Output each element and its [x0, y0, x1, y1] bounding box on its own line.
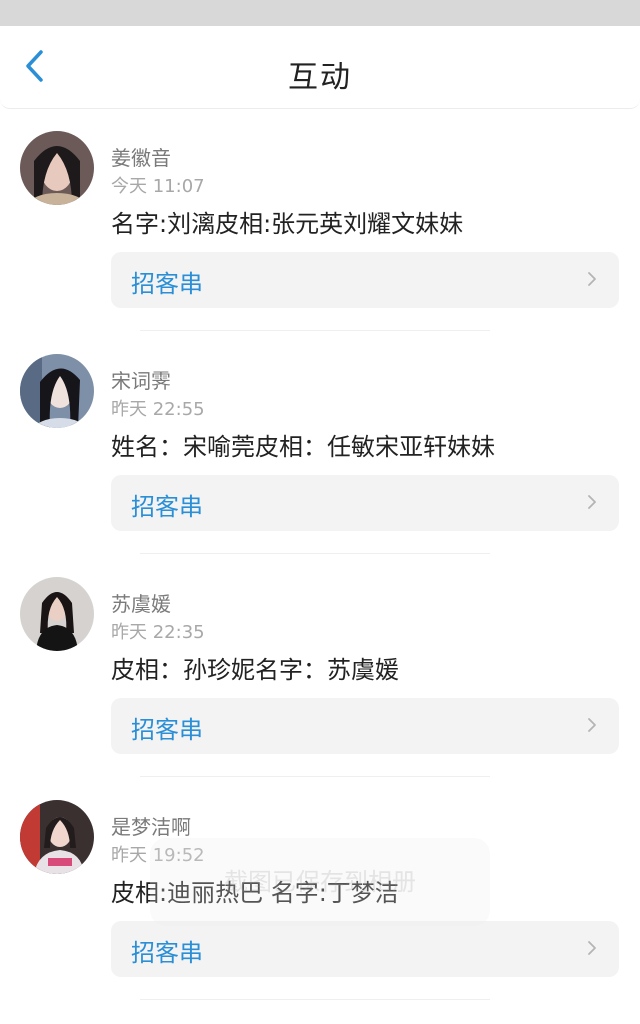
post-content: 皮相：孙珍妮名字：苏虞媛 — [111, 656, 399, 684]
list-item: 宋词霁 昨天 22:55 姓名：宋喻莞皮相：任敏宋亚轩妹妹 招客串 — [0, 331, 640, 554]
post-content: 姓名：宋喻莞皮相：任敏宋亚轩妹妹 — [111, 433, 495, 461]
recruit-card[interactable]: 招客串 — [111, 475, 619, 531]
status-bar — [0, 0, 640, 26]
username[interactable]: 宋词霁 — [111, 365, 171, 394]
avatar[interactable] — [20, 577, 94, 651]
card-label: 招客串 — [131, 270, 203, 298]
username[interactable]: 姜徽音 — [111, 142, 171, 171]
post-content: 名字:刘漓皮相:张元英刘耀文妹妹 — [111, 210, 464, 238]
list-item: 苏虞媛 昨天 22:35 皮相：孙珍妮名字：苏虞媛 招客串 — [0, 554, 640, 777]
chevron-right-icon — [587, 940, 597, 960]
post-time: 昨天 22:55 — [111, 399, 205, 420]
username[interactable]: 是梦洁啊 — [111, 811, 191, 840]
top-bar: 互动 — [0, 26, 640, 109]
chevron-right-icon — [587, 271, 597, 291]
avatar[interactable] — [20, 354, 94, 428]
recruit-card[interactable]: 招客串 — [111, 698, 619, 754]
card-label: 招客串 — [131, 716, 203, 744]
username[interactable]: 苏虞媛 — [111, 588, 171, 617]
card-label: 招客串 — [131, 939, 203, 967]
recruit-card[interactable]: 招客串 — [111, 252, 619, 308]
page-title: 互动 — [288, 60, 352, 95]
avatar[interactable] — [20, 131, 94, 205]
avatar[interactable] — [20, 800, 94, 874]
card-label: 招客串 — [131, 493, 203, 521]
chevron-right-icon — [587, 717, 597, 737]
divider — [140, 999, 490, 1000]
recruit-card[interactable]: 招客串 — [111, 921, 619, 977]
toast-text: 截图已保存到相册 — [224, 868, 416, 896]
post-time: 昨天 22:35 — [111, 622, 205, 643]
toast: 截图已保存到相册 — [150, 838, 490, 926]
post-time: 今天 11:07 — [111, 176, 205, 197]
list-item: 姜徽音 今天 11:07 名字:刘漓皮相:张元英刘耀文妹妹 招客串 — [0, 108, 640, 331]
chevron-right-icon — [587, 494, 597, 514]
